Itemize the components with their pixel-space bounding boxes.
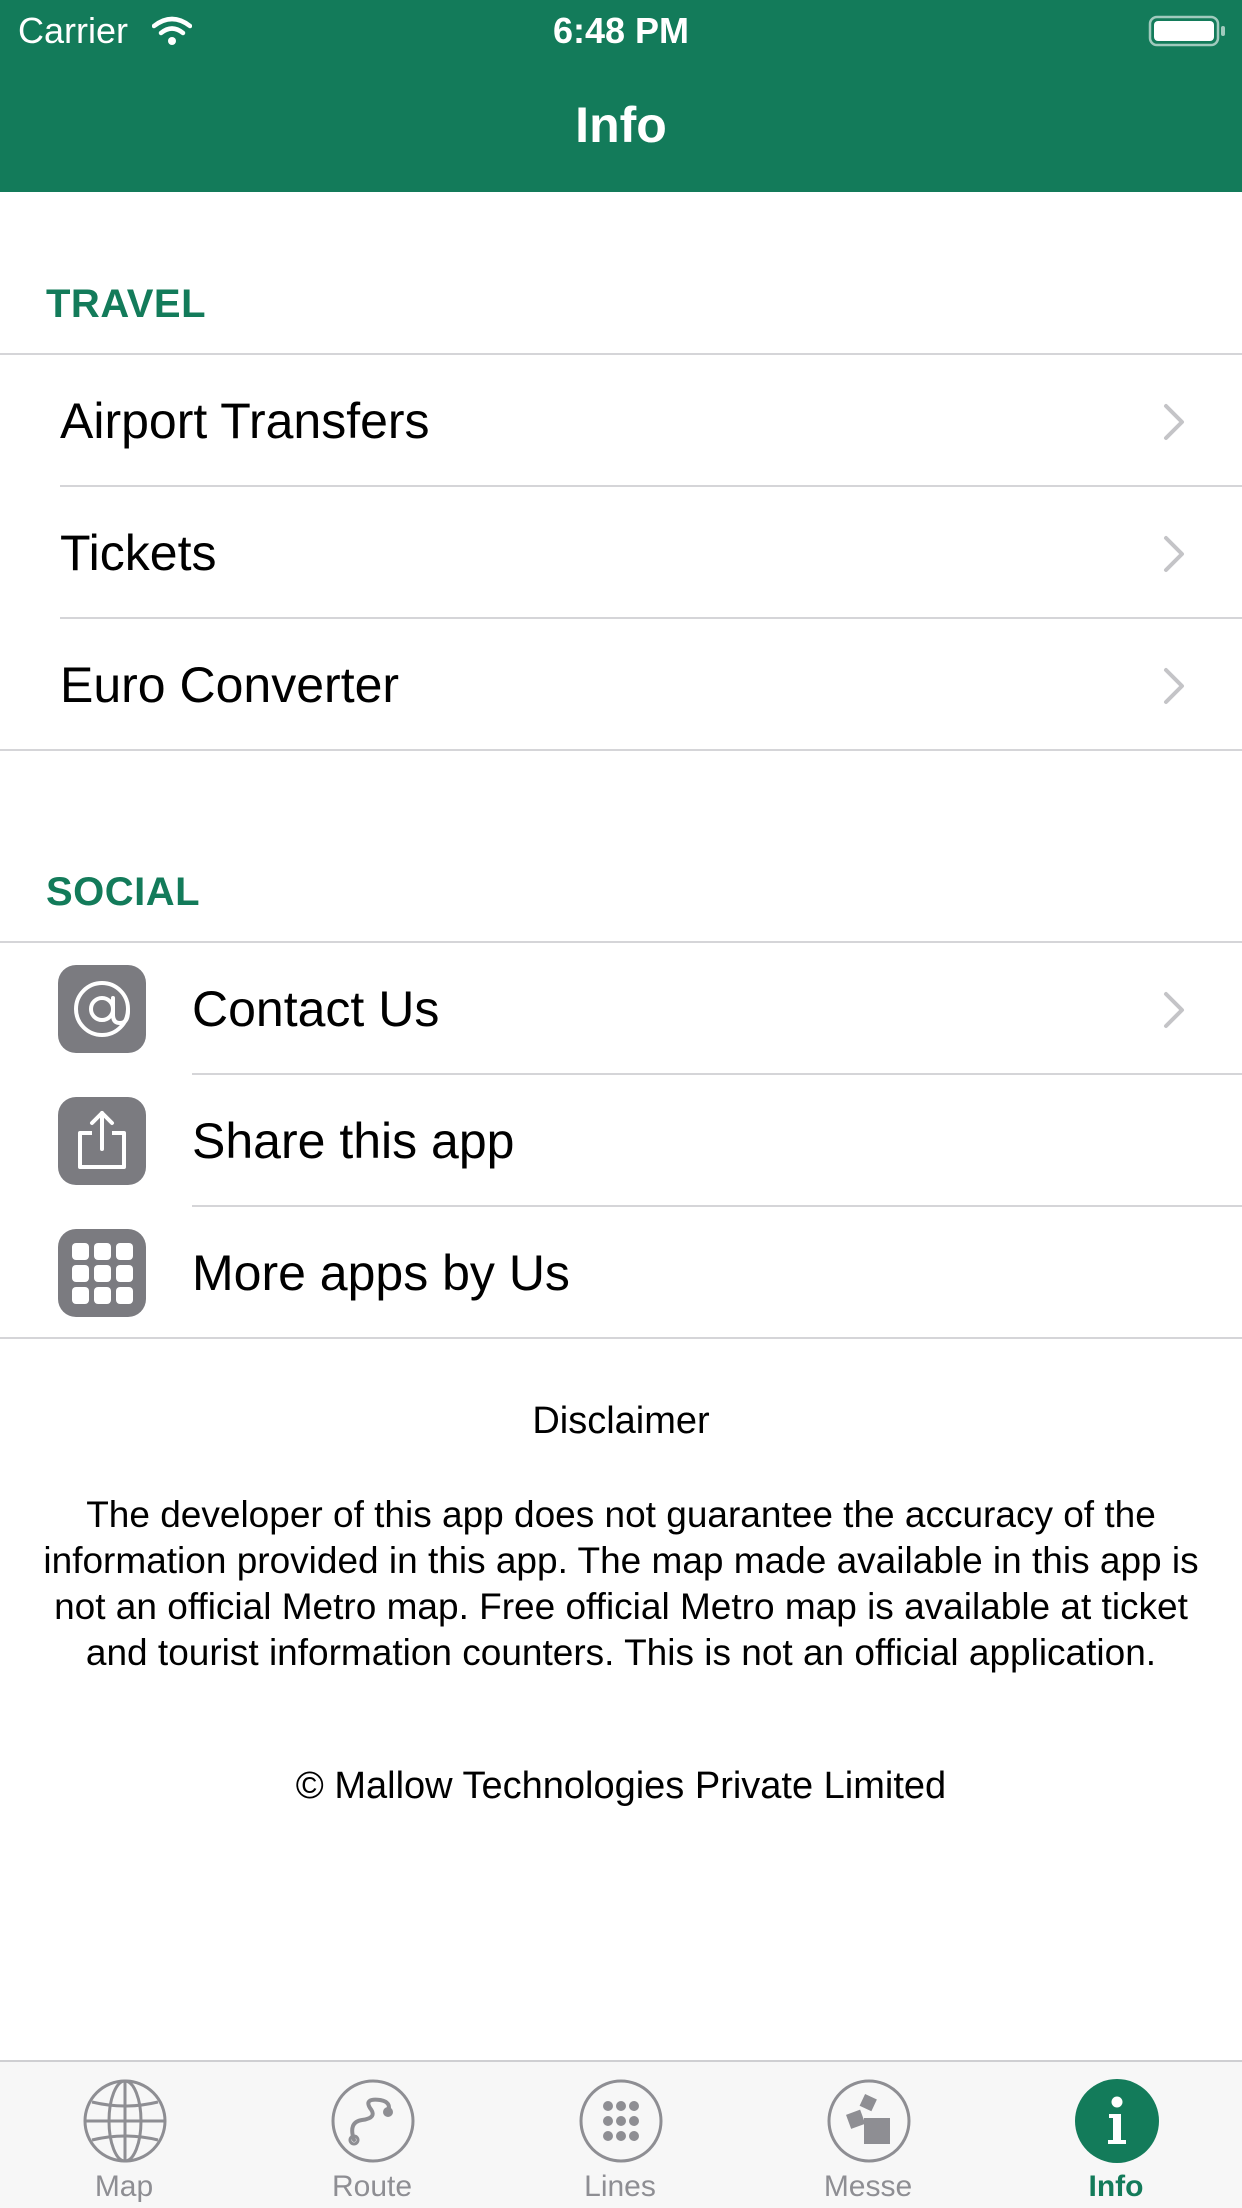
header: Carrier 6:48 PM Info <box>0 0 1242 192</box>
social-item-share-app[interactable]: Share this app <box>0 1076 1242 1206</box>
divider <box>0 353 1242 355</box>
divider <box>60 485 1242 487</box>
copyright-text: © Mallow Technologies Private Limited <box>295 1765 947 1807</box>
tab-label: Map <box>94 2170 154 2203</box>
status-bar: Carrier 6:48 PM <box>0 0 1242 62</box>
travel-item-euro-converter[interactable]: Euro Converter <box>0 620 1242 750</box>
app-grid-icon <box>58 1229 146 1317</box>
travel-item-airport-transfers[interactable]: Airport Transfers <box>0 356 1242 486</box>
clock: 6:48 PM <box>552 10 690 51</box>
row-label: Tickets <box>60 525 217 581</box>
tab-label: Info <box>1088 2170 1144 2203</box>
row-label: Euro Converter <box>60 657 400 713</box>
disclaimer-text: The developer of this app does not guara… <box>43 1494 1199 1673</box>
dots-grid-icon <box>579 2079 663 2163</box>
at-sign-icon <box>58 965 146 1053</box>
chevron-right-icon <box>1164 536 1184 572</box>
travel-section-header: TRAVEL <box>46 282 207 326</box>
row-label: Share this app <box>192 1113 515 1169</box>
chevron-right-icon <box>1164 668 1184 704</box>
disclaimer-title: Disclaimer <box>532 1400 710 1442</box>
tab-bar: Map Route Lines Messe Info <box>0 2060 1242 2208</box>
tab-label: Messe <box>823 2170 913 2203</box>
divider <box>192 1205 1242 1207</box>
divider <box>60 617 1242 619</box>
page-title: Info <box>575 97 667 153</box>
social-item-contact-us[interactable]: Contact Us <box>0 944 1242 1074</box>
tab-messe[interactable]: Messe <box>744 2062 992 2208</box>
divider <box>192 1073 1242 1075</box>
battery-icon <box>1148 15 1225 47</box>
divider <box>0 1337 1242 1339</box>
tab-info[interactable]: Info <box>992 2062 1240 2208</box>
row-label: Contact Us <box>192 981 440 1037</box>
social-item-more-apps[interactable]: More apps by Us <box>0 1208 1242 1338</box>
tab-route[interactable]: Route <box>248 2062 496 2208</box>
chevron-right-icon <box>1164 992 1184 1028</box>
share-icon <box>58 1097 146 1185</box>
chevron-right-icon <box>1164 404 1184 440</box>
messe-icon <box>827 2079 911 2163</box>
tab-map[interactable]: Map <box>0 2062 248 2208</box>
info-icon <box>1075 2079 1159 2163</box>
divider <box>0 941 1242 943</box>
social-section-header: SOCIAL <box>46 870 201 914</box>
travel-item-tickets[interactable]: Tickets <box>0 488 1242 618</box>
row-label: Airport Transfers <box>60 393 430 449</box>
divider <box>0 749 1242 751</box>
row-label: More apps by Us <box>192 1245 570 1301</box>
globe-icon <box>83 2079 167 2163</box>
tab-label: Route <box>331 2170 413 2203</box>
tab-lines[interactable]: Lines <box>496 2062 744 2208</box>
route-icon <box>331 2079 415 2163</box>
tab-label: Lines <box>584 2170 656 2203</box>
